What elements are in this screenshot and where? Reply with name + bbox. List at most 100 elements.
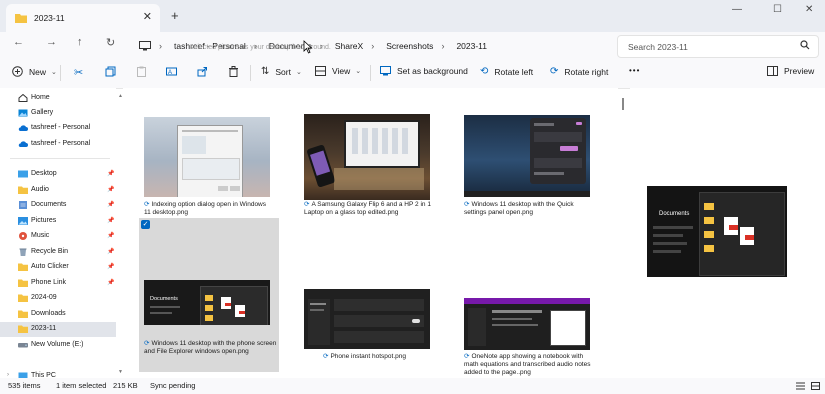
sync-pending-icon: ⟳ — [304, 201, 310, 208]
file-name: ⟳ Indexing option dialog open in Windows … — [144, 201, 267, 216]
sidebar-item-auto-clicker[interactable]: Auto Clicker 📌 — [0, 260, 116, 275]
breadcrumb-sharex[interactable]: ShareX — [335, 41, 363, 51]
sort-button[interactable]: ⇅ Sort ⌄ — [261, 66, 302, 77]
view-button[interactable]: View ⌄ — [315, 66, 361, 76]
sidebar-item-desktop[interactable]: Desktop 📌 — [0, 167, 116, 182]
pin-icon[interactable]: 📌 — [107, 279, 114, 286]
preview-image: Documents — [647, 186, 787, 277]
pictures-icon — [18, 217, 28, 225]
share-button[interactable] — [197, 66, 208, 77]
sidebar-item-documents[interactable]: Documents 📌 — [0, 198, 116, 213]
more-options-button[interactable]: ••• — [629, 66, 640, 75]
sidebar-item-phone-link[interactable]: Phone Link 📌 — [0, 276, 116, 291]
sidebar-item-onedrive-2[interactable]: tashreef - Personal — [0, 137, 116, 152]
sidebar-item-2024-09[interactable]: 2024-09 — [0, 291, 116, 306]
sync-pending-icon: ⟳ — [144, 201, 150, 208]
sidebar-item-recycle-bin[interactable]: Recycle Bin 📌 — [0, 245, 116, 260]
new-button[interactable]: New ⌄ — [12, 66, 57, 77]
forward-arrow-icon[interactable]: → — [46, 36, 57, 48]
cut-button[interactable]: ✂ — [74, 66, 83, 79]
sidebar-label: tashreef - Personal — [31, 140, 91, 147]
chevron-right-icon: › — [371, 40, 375, 51]
breadcrumb-screenshots[interactable]: Screenshots — [386, 41, 433, 51]
drive-icon — [18, 343, 28, 348]
pin-icon[interactable]: 📌 — [107, 217, 114, 224]
folder-icon — [18, 263, 28, 271]
preview-pane-icon — [767, 66, 778, 76]
share-icon — [197, 67, 207, 77]
pin-icon[interactable]: 📌 — [107, 248, 114, 255]
pin-icon[interactable]: 📌 — [107, 170, 114, 177]
copy-icon — [105, 66, 116, 77]
preview-heading: Documents — [659, 211, 690, 217]
dialog-window — [177, 125, 243, 197]
sidebar-scrollbar[interactable]: ▲ ▼ — [118, 94, 123, 376]
sidebar-item-2023-11[interactable]: 2023-11 — [0, 322, 116, 337]
sidebar-item-pictures[interactable]: Pictures 📌 — [0, 214, 116, 229]
sidebar-item-audio[interactable]: Audio 📌 — [0, 183, 116, 198]
sidebar-item-music[interactable]: Music 📌 — [0, 229, 116, 244]
svg-text:A: A — [168, 70, 172, 76]
sync-status: Sync pending — [150, 381, 196, 390]
sidebar-label: Audio — [31, 186, 49, 193]
sidebar-label: Music — [31, 232, 50, 239]
set-as-background-button[interactable]: Set as background — [380, 66, 468, 76]
new-label: New — [29, 66, 47, 77]
tiles-view-icon[interactable] — [811, 382, 820, 390]
sidebar-label: Auto Clicker — [31, 263, 69, 270]
scroll-up-icon[interactable]: ▲ — [118, 94, 123, 99]
up-arrow-icon[interactable]: ↑ — [77, 36, 83, 48]
sidebar-item-downloads[interactable]: Downloads — [0, 307, 116, 322]
phone — [306, 144, 336, 188]
rotate-right-label: Rotate right — [564, 66, 609, 77]
sidebar-item-gallery[interactable]: Gallery — [0, 106, 116, 121]
pin-icon[interactable]: 📌 — [107, 232, 114, 239]
pin-icon[interactable]: 📌 — [107, 263, 114, 270]
title-bar: 2023-11 ✕ + — ☐ ✕ — [0, 0, 825, 32]
file-tile-selected[interactable]: ✓ Documents ⟳ Windows 11 desktop with the… — [139, 218, 279, 372]
preview-label: Preview — [784, 66, 815, 76]
scissors-icon: ✂ — [74, 67, 84, 79]
new-tab-button[interactable]: + — [171, 8, 179, 23]
details-view-icon[interactable] — [796, 382, 805, 390]
maximize-button[interactable]: ☐ — [773, 4, 782, 15]
rotate-right-button[interactable]: ⟳ Rotate right — [550, 66, 608, 77]
gallery-icon — [18, 109, 28, 117]
search-box[interactable]: Search 2023-11 — [617, 35, 819, 58]
close-tab-icon[interactable]: ✕ — [143, 10, 152, 23]
search-input[interactable]: Search 2023-11 — [628, 42, 688, 52]
breadcrumb-current[interactable]: 2023-11 — [456, 41, 487, 51]
file-tile[interactable]: ⟳ Phone instant hotspot.png — [299, 218, 439, 372]
pin-icon[interactable]: 📌 — [107, 186, 114, 193]
rotate-right-icon: ⟳ — [550, 66, 559, 77]
tab-2023-11[interactable]: 2023-11 ✕ — [6, 4, 160, 32]
paste-button[interactable] — [136, 66, 147, 77]
rename-button[interactable]: A — [166, 66, 177, 77]
sync-pending-icon: ⟳ — [464, 353, 470, 360]
file-tile[interactable]: ⟳ OneNote app showing a notebook with mat… — [459, 218, 599, 376]
preview-pane-button[interactable]: Preview — [767, 66, 814, 76]
sidebar-label: 2024-09 — [31, 294, 57, 301]
wallpaper-icon — [380, 66, 391, 76]
delete-button[interactable] — [228, 66, 239, 77]
back-arrow-icon[interactable]: ← — [13, 36, 24, 48]
scroll-down-icon[interactable]: ▼ — [118, 370, 123, 375]
sidebar-label: Gallery — [31, 109, 54, 116]
content-scrollbar-thumb[interactable] — [622, 98, 624, 110]
divider — [60, 65, 61, 81]
rotate-left-button[interactable]: ⟲ Rotate left — [480, 66, 533, 77]
close-window-button[interactable]: ✕ — [805, 4, 813, 15]
checkbox-checked-icon[interactable]: ✓ — [141, 220, 150, 229]
folder-icon — [18, 310, 28, 318]
sidebar-item-new-volume[interactable]: New Volume (E:) — [0, 338, 116, 353]
copy-button[interactable] — [105, 66, 116, 77]
navigation-bar: ← → ↑ ↻ › tashreef - Personal › Document… — [0, 32, 825, 58]
rename-icon: A — [166, 67, 177, 76]
minimize-button[interactable]: — — [732, 4, 742, 15]
sidebar-item-home[interactable]: Home — [0, 91, 116, 106]
refresh-icon[interactable]: ↻ — [106, 36, 115, 49]
sidebar-item-onedrive[interactable]: tashreef - Personal — [0, 121, 116, 136]
pin-icon[interactable]: 📌 — [107, 201, 114, 208]
sidebar-label: Downloads — [31, 310, 66, 317]
laptop-screen — [344, 120, 420, 168]
